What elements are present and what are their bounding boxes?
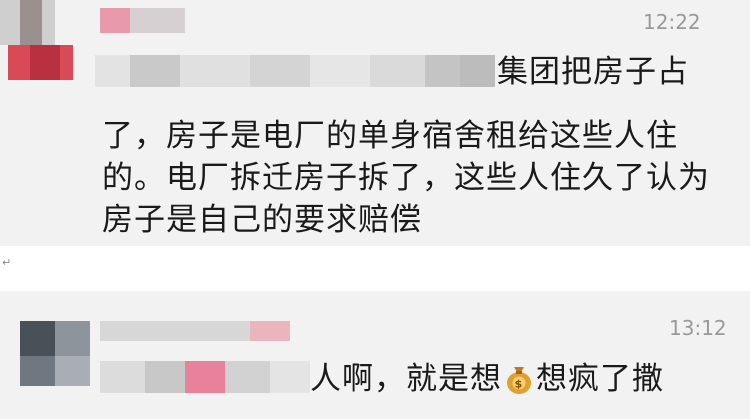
message-text-line: 集团把房子占 bbox=[497, 54, 689, 90]
text-pixel bbox=[145, 361, 185, 393]
message-timestamp: 13:12 bbox=[669, 316, 727, 340]
text-pixel bbox=[185, 361, 225, 393]
avatar-pixel bbox=[30, 45, 60, 80]
text-pixel bbox=[130, 55, 180, 87]
paragraph-mark: ↵ bbox=[2, 256, 12, 269]
message-card-1: 12:22 集团把房子占 了，房子是电厂的单身宿舍租给这些人住 的。电厂拆迁房子… bbox=[0, 0, 750, 246]
name-pixel bbox=[130, 8, 185, 33]
message-text-segment: 人啊，就是想 bbox=[310, 361, 502, 397]
text-pixel bbox=[95, 55, 130, 87]
text-pixel bbox=[225, 361, 270, 393]
text-pixel bbox=[180, 55, 250, 87]
text-pixel bbox=[250, 55, 310, 87]
message-timestamp: 12:22 bbox=[643, 10, 701, 34]
avatar-pixel bbox=[20, 321, 55, 356]
avatar-pixel bbox=[20, 0, 42, 45]
message-text-line: 了，房子是电厂的单身宿舍租给这些人住 bbox=[102, 118, 678, 154]
text-pixel bbox=[100, 361, 145, 393]
avatar-pixel bbox=[20, 356, 55, 386]
avatar-pixel bbox=[55, 321, 90, 356]
message-card-2: 13:12 人啊，就是想 $ 想疯了撒 bbox=[0, 291, 750, 419]
name-pixel bbox=[250, 321, 290, 341]
message-text-line: 人啊，就是想 $ 想疯了撒 bbox=[310, 359, 664, 399]
name-pixel bbox=[100, 8, 130, 33]
text-pixel bbox=[270, 361, 310, 393]
message-text-line: 房子是自己的要求赔偿 bbox=[102, 202, 422, 238]
message-text-line: 的。电厂拆迁房子拆了，这些人住久了认为 bbox=[102, 160, 710, 196]
text-pixel bbox=[370, 55, 425, 87]
avatar-pixel bbox=[55, 356, 90, 386]
money-bag-icon: $ bbox=[504, 361, 534, 395]
text-pixel bbox=[460, 55, 495, 87]
svg-text:$: $ bbox=[515, 378, 524, 391]
text-pixel bbox=[310, 55, 370, 87]
message-text-segment: 想疯了撒 bbox=[536, 361, 664, 397]
name-pixel bbox=[100, 321, 250, 341]
text-pixel bbox=[425, 55, 460, 87]
